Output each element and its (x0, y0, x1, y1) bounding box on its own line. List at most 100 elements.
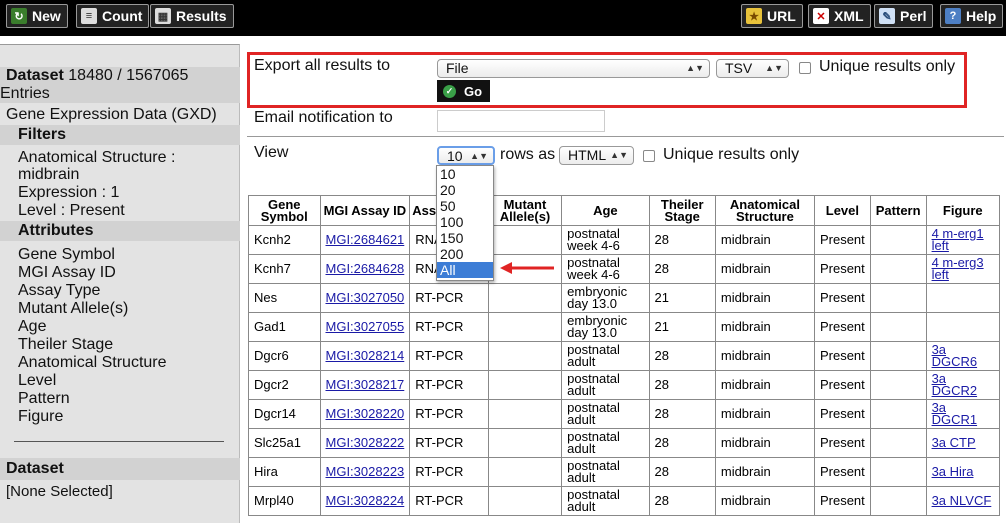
attribute-item[interactable]: Mutant Allele(s) (18, 300, 128, 318)
filter-item[interactable]: Expression : 1 (18, 184, 119, 202)
table-cell-mgi: MGI:3028223 (319, 457, 411, 487)
attributes-heading[interactable]: Attributes (18, 222, 94, 240)
red-arrow-annotation (500, 262, 554, 274)
rows-option[interactable]: 200 (437, 246, 493, 262)
dataset2-heading[interactable]: Dataset (6, 460, 64, 478)
figure-link[interactable]: 3a DGCR1 (932, 400, 978, 427)
rows-option[interactable]: 150 (437, 230, 493, 246)
export-unique-checkbox[interactable] (799, 62, 811, 74)
perl-button[interactable]: ✎ Perl (874, 4, 934, 28)
table-cell-figure: 4 m-erg3 left (925, 254, 1001, 284)
attribute-item[interactable]: Theiler Stage (18, 336, 113, 354)
table-cell-figure: 3a Hira (925, 457, 1001, 487)
table-cell-stage: 28 (648, 399, 716, 429)
results-button[interactable]: ▦ Results (150, 4, 234, 28)
filters-heading[interactable]: Filters (18, 126, 66, 144)
table-cell-age: postnatal adult (561, 399, 650, 429)
table-cell-age: postnatal week 4-6 (561, 225, 650, 255)
rows-option[interactable]: All (437, 262, 493, 278)
column-header: Mutant Allele(s) (487, 195, 563, 226)
mgi-assay-link[interactable]: MGI:3028214 (326, 348, 405, 363)
dataset-source[interactable]: Gene Expression Data (GXD) (6, 106, 217, 124)
table-cell-level: Present (813, 399, 871, 429)
attribute-item[interactable]: MGI Assay ID (18, 264, 116, 282)
table-cell-mutant (487, 341, 563, 371)
attribute-item[interactable]: Age (18, 318, 46, 336)
table-cell-stage: 28 (648, 486, 716, 516)
figure-link[interactable]: 3a CTP (932, 435, 976, 450)
results-label: Results (176, 8, 227, 24)
table-cell-pattern (869, 312, 927, 342)
rows-option[interactable]: 20 (437, 182, 493, 198)
view-format-value: HTML (568, 147, 607, 163)
view-unique-checkbox[interactable] (643, 150, 655, 162)
table-row: Kcnh2MGI:2684621RNA protpostnatal week 4… (248, 225, 1001, 255)
help-button[interactable]: ? Help (940, 4, 1004, 28)
figure-link[interactable]: 3a Hira (932, 464, 974, 479)
attribute-item[interactable]: Level (18, 372, 56, 390)
figure-link[interactable]: 3a DGCR6 (932, 342, 978, 369)
column-header: Figure (925, 195, 1001, 226)
attribute-item[interactable]: Assay Type (18, 282, 100, 300)
rows-select-value: 10 (447, 148, 463, 164)
count-button[interactable]: ≡ Count (76, 4, 150, 28)
table-cell-gene: Mrpl40 (248, 486, 321, 516)
table-cell-gene: Dgcr6 (248, 341, 321, 371)
email-field[interactable] (437, 110, 605, 132)
go-button[interactable]: ✓ Go (437, 80, 491, 102)
mgi-assay-link[interactable]: MGI:3027050 (326, 290, 405, 305)
attribute-item[interactable]: Pattern (18, 390, 70, 408)
table-cell-structure: midbrain (714, 283, 815, 313)
table-row: Nes MGI:3027050 RT-PCR embryonic day 13.0 21… (248, 283, 1001, 313)
xml-button[interactable]: ✕ XML (808, 4, 871, 28)
table-cell-mutant (487, 225, 563, 255)
star-icon: ★ (746, 8, 762, 24)
table-cell-mgi: MGI:3028222 (319, 428, 411, 458)
attribute-item[interactable]: Figure (18, 408, 63, 426)
export-destination-select[interactable]: File ▲▼ (437, 59, 710, 78)
url-button[interactable]: ★ URL (741, 4, 803, 28)
mgi-assay-link[interactable]: MGI:3027055 (326, 319, 405, 334)
mgi-assay-link[interactable]: MGI:3028224 (326, 493, 405, 508)
table-cell-pattern (869, 283, 927, 313)
xml-icon: ✕ (813, 8, 829, 24)
new-button[interactable]: ↻ New (6, 4, 68, 28)
attribute-item[interactable]: Gene Symbol (18, 246, 115, 264)
filter-item[interactable]: Level : Present (18, 202, 125, 220)
rows-option[interactable]: 50 (437, 198, 493, 214)
dataset2-value[interactable]: [None Selected] (6, 483, 113, 500)
column-header: Age (561, 195, 650, 226)
rows-dropdown-menu[interactable]: 10 20 50 100 150 200 All (436, 165, 494, 281)
mgi-assay-link[interactable]: MGI:3028222 (326, 435, 405, 450)
figure-link[interactable]: 3a NLVCF (932, 493, 992, 508)
rows-select[interactable]: 10 ▲▼ (437, 146, 495, 165)
table-header-row: Gene Symbol MGI Assay ID Ass Mutant Allele(… (248, 195, 1001, 226)
count-label: Count (102, 8, 143, 24)
figure-link[interactable]: 4 m-erg3 left (932, 255, 984, 282)
column-header: Gene Symbol (248, 195, 321, 226)
select-arrows-icon: ▲▼ (470, 151, 488, 161)
mgi-assay-link[interactable]: MGI:2684621 (326, 232, 405, 247)
figure-link[interactable]: 3a DGCR2 (932, 371, 978, 398)
filter-item[interactable]: Anatomical Structure : (18, 149, 175, 167)
export-unique-label: Unique results only (819, 58, 956, 75)
dataset-summary[interactable]: Dataset 18480 / 1567065 (6, 67, 188, 85)
mgi-assay-link[interactable]: MGI:3028217 (326, 377, 405, 392)
mgi-assay-link[interactable]: MGI:3028220 (326, 406, 405, 421)
table-cell-gene: Dgcr14 (248, 399, 321, 429)
table-cell-figure: 3a NLVCF (925, 486, 1001, 516)
rows-option[interactable]: 10 (437, 166, 493, 182)
mgi-assay-link[interactable]: MGI:3028223 (326, 464, 405, 479)
results-table: Gene Symbol MGI Assay ID Ass Mutant Allele(… (248, 195, 1001, 516)
export-format-select[interactable]: TSV ▲▼ (716, 59, 789, 78)
figure-link[interactable]: 4 m-erg1 left (932, 226, 984, 253)
view-format-select[interactable]: HTML ▲▼ (559, 146, 634, 165)
table-cell-pattern (869, 370, 927, 400)
filter-item[interactable]: midbrain (18, 166, 79, 184)
rows-option[interactable]: 100 (437, 214, 493, 230)
mgi-assay-link[interactable]: MGI:2684628 (326, 261, 405, 276)
table-cell-stage: 21 (648, 312, 716, 342)
attribute-item[interactable]: Anatomical Structure (18, 354, 167, 372)
export-destination-value: File (446, 60, 469, 76)
table-cell-mgi: MGI:3028224 (319, 486, 411, 516)
